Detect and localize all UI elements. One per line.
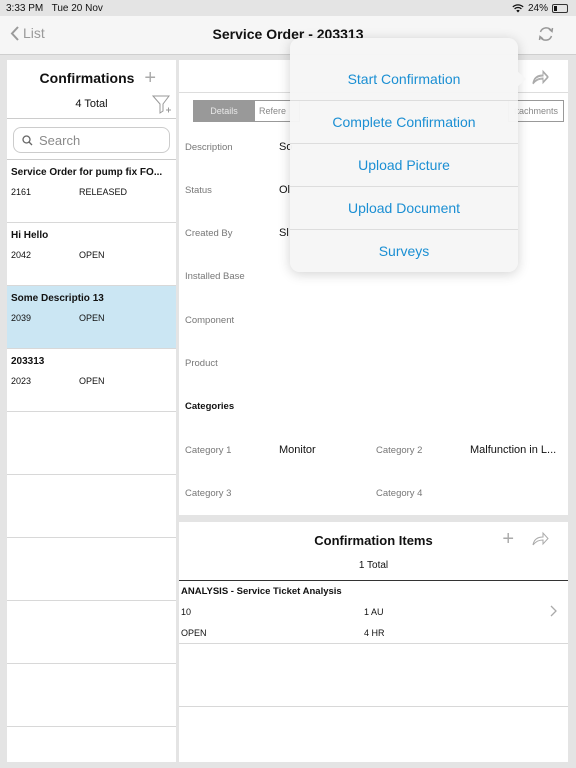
category2-label: Category 2 xyxy=(376,445,423,456)
popover-arrow xyxy=(516,70,526,88)
tab-details[interactable]: Details xyxy=(193,100,255,122)
confirmation-items-panel: Confirmation Items + 1 Total ANALYSIS - … xyxy=(179,522,568,762)
add-item-button[interactable]: + xyxy=(502,528,514,551)
list-item-number: 2023 xyxy=(11,376,32,386)
items-total: 1 Total xyxy=(358,560,389,571)
confirmations-total-bar: 4 Total xyxy=(7,92,176,119)
empty-row xyxy=(7,664,176,727)
confirmations-panel: Confirmations + 4 Total Search Service O… xyxy=(7,60,176,762)
chevron-right-icon xyxy=(550,605,557,617)
status-right: 24% xyxy=(512,3,568,14)
list-item-status: RELEASED xyxy=(79,187,128,197)
confirmations-list: Service Order for pump fix FO... 2161 RE… xyxy=(7,159,176,727)
list-item-number: 2039 xyxy=(11,313,32,323)
table-row[interactable]: ANALYSIS - Service Ticket Analysis 10 1 … xyxy=(179,581,568,644)
share-icon[interactable] xyxy=(531,531,549,547)
list-item-title: 203313 xyxy=(11,356,45,367)
list-item[interactable]: Service Order for pump fix FO... 2161 RE… xyxy=(7,160,176,223)
confirmations-title: Confirmations xyxy=(39,70,135,86)
confirmations-total: 4 Total xyxy=(75,98,108,110)
list-item-title: Some Descriptio 13 xyxy=(11,293,104,304)
category4-label: Category 4 xyxy=(376,488,423,499)
list-item[interactable]: Hi Hello 2042 OPEN xyxy=(7,223,176,286)
item-quantity: 1 AU xyxy=(364,607,384,617)
category1-label: Category 1 xyxy=(185,445,232,456)
filter-icon[interactable] xyxy=(152,94,172,116)
search-icon xyxy=(22,134,33,145)
status-label: Status xyxy=(185,185,212,196)
list-item-title: Service Order for pump fix FO... xyxy=(11,167,163,178)
item-title: ANALYSIS - Service Ticket Analysis xyxy=(181,586,342,597)
status-value: Ol xyxy=(279,184,290,196)
empty-row xyxy=(7,475,176,538)
installed-base-label: Installed Base xyxy=(185,271,245,282)
actions-popover: Start Confirmation Complete Confirmation… xyxy=(290,38,518,272)
category3-label: Category 3 xyxy=(185,488,232,499)
empty-row xyxy=(7,538,176,601)
categories-heading: Categories xyxy=(185,401,235,412)
empty-row xyxy=(7,412,176,475)
battery-icon xyxy=(552,4,568,13)
list-item-title: Hi Hello xyxy=(11,230,49,241)
category2-value: Malfunction in L... xyxy=(470,444,557,456)
product-label: Product xyxy=(185,358,218,369)
item-number: 10 xyxy=(181,607,192,617)
search-input[interactable]: Search xyxy=(13,127,170,153)
created-by-label: Created By xyxy=(185,228,233,239)
list-item-number: 2161 xyxy=(11,187,32,197)
description-label: Description xyxy=(185,142,233,153)
add-confirmation-button[interactable]: + xyxy=(144,67,156,90)
start-confirmation-button[interactable]: Start Confirmation xyxy=(290,58,518,101)
empty-row xyxy=(179,644,568,707)
share-icon[interactable] xyxy=(531,70,549,86)
list-item-status: OPEN xyxy=(79,376,105,386)
refresh-icon[interactable] xyxy=(536,24,556,44)
list-item[interactable]: 203313 2023 OPEN xyxy=(7,349,176,412)
surveys-button[interactable]: Surveys xyxy=(290,230,518,272)
list-item-status: OPEN xyxy=(79,250,105,260)
list-item-selected[interactable]: Some Descriptio 13 2039 OPEN xyxy=(7,286,176,349)
list-item-number: 2042 xyxy=(11,250,32,260)
detail-tabs: Details Refere xyxy=(193,100,300,122)
confirmations-header: Confirmations + xyxy=(7,60,176,92)
confirmation-items-header: Confirmation Items + xyxy=(179,522,568,554)
wifi-icon xyxy=(512,4,524,13)
battery-percent: 24% xyxy=(527,3,548,14)
created-by-value: Sl xyxy=(279,227,289,239)
status-bar: 3:33 PM Tue 20 Nov 24% xyxy=(0,0,576,16)
item-duration: 4 HR xyxy=(364,628,385,638)
items-total-bar: 1 Total xyxy=(179,554,568,581)
status-time-date: 3:33 PM Tue 20 Nov xyxy=(6,3,103,14)
search-placeholder: Search xyxy=(39,132,81,148)
upload-picture-button[interactable]: Upload Picture xyxy=(290,144,518,187)
item-status: OPEN xyxy=(181,628,207,638)
upload-document-button[interactable]: Upload Document xyxy=(290,187,518,230)
component-label: Component xyxy=(185,315,235,326)
complete-confirmation-button[interactable]: Complete Confirmation xyxy=(290,101,518,144)
category1-value: Monitor xyxy=(279,444,316,456)
list-item-status: OPEN xyxy=(79,313,105,323)
empty-row xyxy=(7,601,176,664)
